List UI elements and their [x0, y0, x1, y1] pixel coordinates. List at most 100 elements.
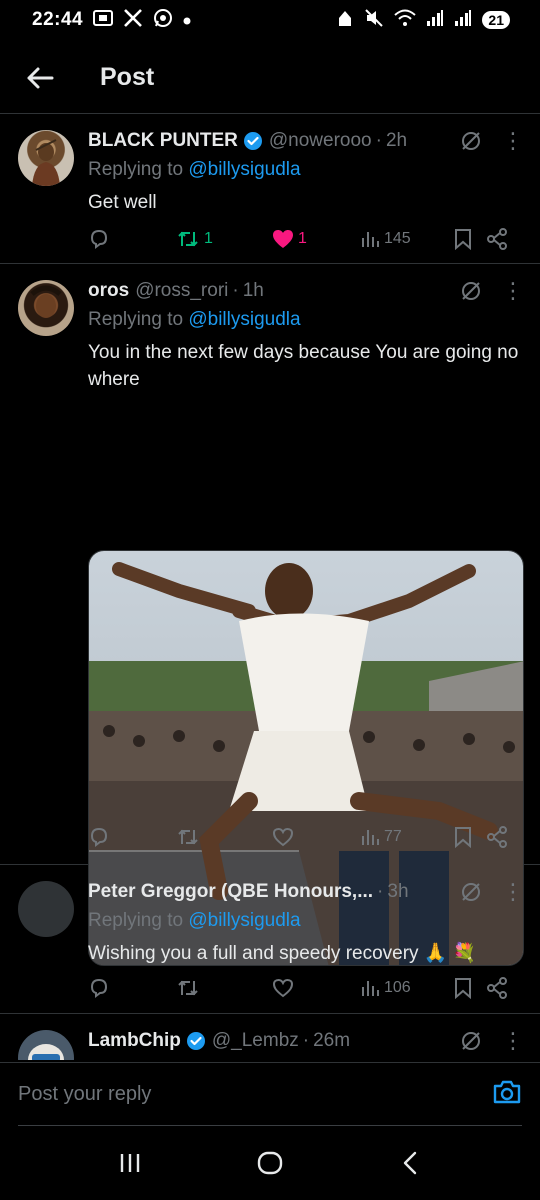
heart-icon	[272, 978, 294, 998]
recent-apps-button[interactable]	[100, 1143, 160, 1183]
whatsapp-icon	[153, 8, 173, 33]
share-button[interactable]	[486, 228, 508, 250]
home-button[interactable]	[240, 1143, 300, 1183]
arrow-left-icon	[27, 67, 54, 88]
reply-post[interactable]: BLACK PUNTER @nowerooo · 2h ⋮ Replying t…	[0, 114, 540, 264]
home-icon	[257, 1151, 283, 1175]
like-button[interactable]	[272, 978, 294, 998]
handle[interactable]: @_Lembz	[212, 1030, 299, 1052]
handle[interactable]: @nowerooo	[269, 130, 372, 152]
post-text: Wishing you a full and speedy recovery 🙏…	[88, 943, 477, 964]
replying-label: Replying to	[88, 309, 184, 330]
separator-dot: ·	[375, 130, 382, 151]
retweet-button[interactable]: 1	[176, 228, 213, 250]
share-icon	[487, 826, 507, 848]
retweet-button[interactable]	[176, 826, 200, 848]
retweet-button[interactable]	[176, 977, 200, 999]
heart-icon	[272, 827, 294, 847]
mention-link[interactable]: @billysigudla	[188, 159, 300, 180]
verified-badge-icon	[243, 131, 263, 151]
separator-dot: ·	[232, 280, 239, 301]
display-name[interactable]: Peter Greggor (QBE Honours,...	[88, 881, 373, 903]
screenshot-icon	[93, 9, 114, 32]
more-options-icon[interactable]: ⋮	[502, 1028, 524, 1054]
heart-filled-icon	[273, 230, 293, 248]
share-button[interactable]	[486, 977, 508, 999]
reply-button[interactable]	[88, 977, 110, 999]
system-nav-bar	[0, 1126, 540, 1200]
reply-post[interactable]: Peter Greggor (QBE Honours,... · 3h ⋮ Re…	[0, 865, 540, 1014]
display-name[interactable]: oros	[88, 280, 129, 302]
reply-post[interactable]: LambChip @_Lembz · 26m ⋮	[0, 1014, 540, 1060]
retweet-icon	[178, 829, 198, 845]
share-icon	[487, 977, 507, 999]
grok-icon[interactable]	[460, 1030, 482, 1057]
more-options-icon[interactable]: ⋮	[502, 879, 524, 905]
more-options-icon[interactable]: ⋮	[502, 278, 524, 304]
page-title: Post	[100, 63, 155, 91]
post-text: Get well	[88, 192, 157, 213]
view-count: 145	[384, 230, 411, 247]
signal-icon	[426, 9, 444, 32]
page-header: Post	[0, 42, 540, 114]
share-button[interactable]	[486, 826, 508, 848]
bookmark-button[interactable]	[454, 977, 472, 999]
grok-icon[interactable]	[460, 280, 482, 307]
retweet-icon	[178, 980, 198, 996]
retweet-icon	[178, 231, 198, 247]
replying-to: Replying to @billysigudla	[88, 159, 522, 181]
reply-button[interactable]	[88, 826, 110, 848]
reply-composer	[0, 1062, 540, 1126]
bookmark-button[interactable]	[454, 228, 472, 250]
back-button[interactable]	[0, 66, 80, 90]
views-button[interactable]: 145	[360, 229, 411, 249]
reply-post[interactable]: oros @ross_rori · 1h ⋮ Replying to @bill…	[0, 264, 540, 966]
grok-icon[interactable]	[460, 881, 482, 908]
post-time[interactable]: 26m	[313, 1030, 350, 1052]
separator-dot: ·	[377, 881, 384, 902]
post-time[interactable]: 2h	[386, 130, 407, 152]
chevron-left-icon	[403, 1151, 417, 1175]
post-time[interactable]: 1h	[243, 280, 264, 302]
post-time[interactable]: 3h	[387, 881, 408, 903]
status-time: 22:44	[32, 9, 84, 30]
bookmark-button[interactable]	[454, 826, 472, 848]
avatar[interactable]	[18, 130, 74, 186]
action-bar: 106	[88, 975, 522, 1001]
bookmark-icon	[455, 978, 471, 999]
grok-icon[interactable]	[460, 130, 482, 157]
display-name[interactable]: LambChip	[88, 1030, 181, 1052]
post-text: You in the next few days because You are…	[88, 342, 519, 390]
replying-to: Replying to @billysigudla	[88, 910, 522, 932]
display-name[interactable]: BLACK PUNTER	[88, 130, 238, 152]
avatar[interactable]	[18, 280, 74, 336]
like-button[interactable]	[272, 827, 294, 847]
reply-button[interactable]	[88, 228, 110, 250]
more-options-icon[interactable]: ⋮	[502, 128, 524, 154]
retweet-count: 1	[204, 230, 213, 247]
share-icon	[487, 228, 507, 250]
replying-to: Replying to @billysigudla	[88, 309, 522, 331]
mute-icon	[364, 8, 384, 33]
status-bar: 22:44 21	[0, 0, 540, 40]
mention-link[interactable]: @billysigudla	[188, 910, 300, 931]
x-icon	[123, 8, 143, 33]
like-button[interactable]: 1	[272, 229, 307, 249]
replying-label: Replying to	[88, 910, 184, 931]
view-count: 106	[384, 979, 411, 996]
reply-input[interactable]	[18, 1083, 492, 1106]
notification-dot-icon	[183, 10, 191, 30]
mention-link[interactable]: @billysigudla	[188, 309, 300, 330]
views-button[interactable]: 77	[360, 827, 402, 847]
camera-icon[interactable]	[492, 1079, 522, 1110]
replies-feed[interactable]: BLACK PUNTER @nowerooo · 2h ⋮ Replying t…	[0, 114, 540, 1060]
avatar[interactable]	[18, 881, 74, 937]
back-nav-button[interactable]	[380, 1143, 440, 1183]
alarm-icon	[336, 8, 354, 33]
avatar[interactable]	[18, 1030, 74, 1060]
handle[interactable]: @ross_rori	[135, 280, 228, 302]
bookmark-icon	[455, 827, 471, 848]
views-icon	[362, 232, 379, 247]
views-button[interactable]: 106	[360, 978, 411, 998]
replying-label: Replying to	[88, 159, 184, 180]
